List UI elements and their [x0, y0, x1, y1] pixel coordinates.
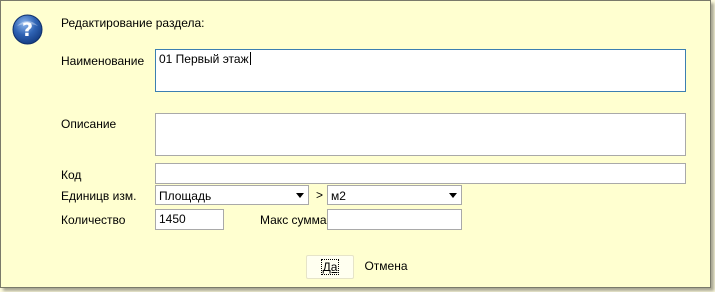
quantity-value: 1450 [159, 212, 186, 226]
ok-button-label: Да [320, 259, 340, 275]
code-field[interactable] [155, 163, 686, 184]
code-label: Код [61, 168, 82, 182]
unit-value: м2 [331, 189, 346, 203]
chevron-down-icon [449, 193, 457, 198]
question-icon: ? [12, 14, 43, 45]
cancel-button[interactable]: Отмена [359, 255, 413, 279]
unit-label: Единицв изм. [61, 189, 137, 203]
chevron-down-icon [296, 193, 304, 198]
name-label: Наименование [61, 54, 145, 68]
max-sum-field[interactable] [327, 209, 462, 230]
quantity-label: Количество [61, 213, 126, 227]
svg-text:?: ? [22, 19, 33, 41]
edit-section-dialog: ? Редактирование раздела: Наименование 0… [0, 0, 711, 288]
quantity-field[interactable]: 1450 [155, 209, 224, 230]
unit-type-value: Площадь [159, 189, 212, 203]
unit-type-select[interactable]: Площадь [155, 185, 309, 205]
dialog-title: Редактирование раздела: [61, 16, 205, 30]
description-field[interactable] [155, 113, 686, 156]
description-label: Описание [61, 117, 117, 131]
text-caret [249, 52, 251, 65]
ok-button[interactable]: Да [306, 255, 354, 279]
unit-select[interactable]: м2 [327, 185, 462, 205]
cancel-button-label: Отмена [364, 259, 408, 273]
unit-separator: > [316, 188, 324, 202]
name-value: 01 Первый этаж [159, 52, 249, 66]
max-sum-label: Макс сумма [260, 213, 327, 227]
name-field[interactable]: 01 Первый этаж [155, 49, 686, 92]
